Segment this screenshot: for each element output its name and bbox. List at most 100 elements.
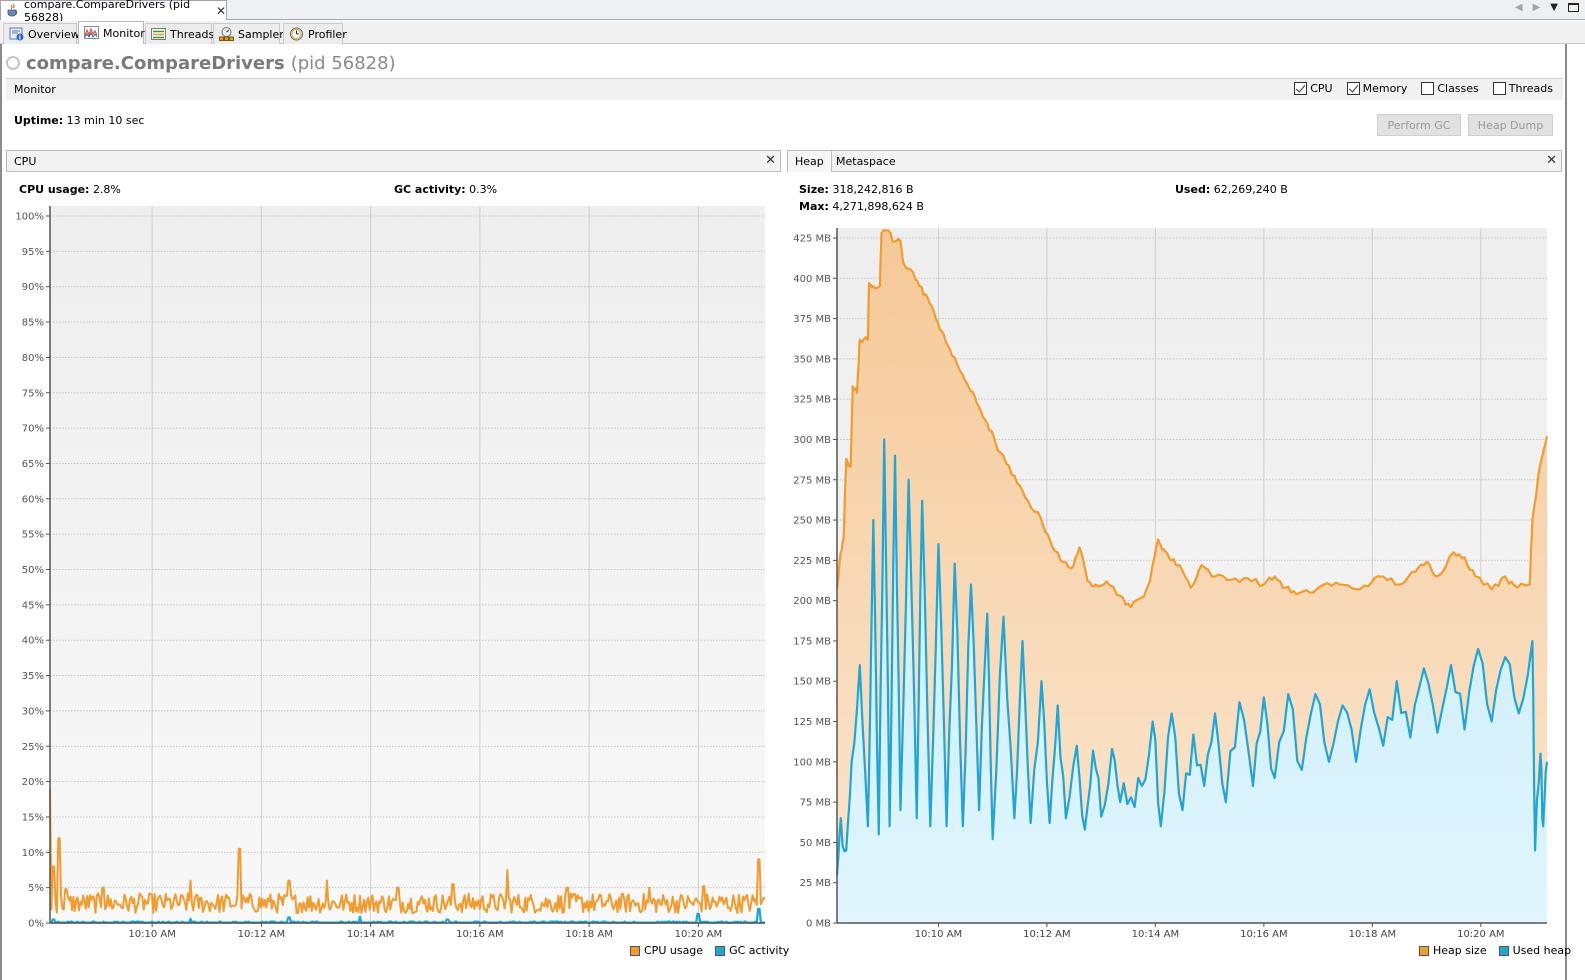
cpu-usage-readout: CPU usage: 2.8%	[19, 183, 121, 196]
y-tick-label: 5%	[28, 883, 44, 894]
series-area-heap-size	[837, 230, 1547, 923]
tab-profiler[interactable]: Profiler	[283, 23, 347, 44]
dropdown-icon[interactable]: ▼	[1550, 2, 1558, 13]
series-line-cpu-usage	[49, 788, 765, 915]
legend-label: CPU usage	[644, 944, 704, 957]
series-line-heap-size	[835, 229, 1549, 609]
series-line-gc-activity	[50, 907, 765, 924]
threads-checkbox[interactable]: Threads	[1492, 82, 1553, 95]
document-tab[interactable]: compare.CompareDrivers (pid 56828) ✕	[0, 0, 227, 24]
y-tick-label: 35%	[22, 671, 44, 682]
tab-monitor[interactable]: Monitor	[78, 21, 145, 44]
legend-swatch-used-heap	[1498, 945, 1509, 956]
legend-swatch-heap-size	[1419, 945, 1429, 956]
legend-label: Used heap	[1512, 944, 1572, 957]
y-tick-label: 425 MB	[793, 234, 831, 245]
heap-dump-button[interactable]: Heap Dump	[1468, 114, 1553, 136]
checkbox-label: Threads	[1508, 82, 1553, 95]
document-tab-title: compare.CompareDrivers (pid 56828)	[24, 0, 191, 24]
tab-metaspace[interactable]: Metaspace	[829, 151, 903, 172]
x-tick-label: 10:16 AM	[456, 929, 503, 940]
x-tick-label: 10:20 AM	[675, 929, 722, 940]
x-tick-label: 10:18 AM	[565, 929, 612, 940]
x-tick-label: 10:18 AM	[1349, 929, 1396, 940]
x-tick-label: 10:16 AM	[1240, 929, 1287, 940]
plot-area	[50, 206, 765, 923]
legend-swatch-cpu-usage	[630, 945, 640, 956]
maximize-icon[interactable]	[1568, 3, 1579, 12]
checkbox-checked-icon[interactable]	[1294, 82, 1308, 95]
visualvm-window: compare.CompareDrivers (pid 56828) ✕ ◀ ▶…	[0, 0, 1585, 980]
y-tick-label: 30%	[22, 706, 44, 717]
legend-swatch-gc-activity	[715, 945, 726, 956]
gc-activity-value: 0.3%	[469, 183, 498, 196]
perform-gc-button[interactable]: Perform GC	[1377, 114, 1461, 136]
y-tick-label: 10%	[22, 848, 44, 859]
heap-used-value: 62,269,240 B	[1213, 183, 1288, 196]
svg-text:i: i	[19, 35, 21, 42]
tab-label: Sampler	[238, 27, 284, 41]
y-tick-label: 75%	[22, 388, 44, 399]
y-tick-label: 95%	[22, 247, 44, 258]
series-area-used-heap	[837, 439, 1547, 923]
heap-max-value: 4,271,898,624 B	[832, 200, 924, 213]
legend-label: Heap size	[1433, 944, 1487, 957]
series-line-used-heap	[835, 438, 1549, 875]
x-tick-label: 10:12 AM	[238, 929, 285, 940]
y-tick-label: 250 MB	[793, 516, 831, 527]
checkbox-unchecked-icon[interactable]	[1421, 82, 1435, 95]
monitor-section-header: Monitor CPU Memory Classes Threads	[6, 78, 1563, 100]
close-tab-icon[interactable]: ✕	[216, 4, 226, 18]
chart-toggle-checkboxes: CPU Memory Classes Threads	[1294, 82, 1553, 95]
tab-label: Threads	[170, 27, 215, 41]
y-tick-label: 85%	[22, 318, 44, 329]
heap-used-label: Used:	[1175, 183, 1211, 196]
left-frame-border	[0, 44, 2, 980]
threads-icon	[151, 27, 166, 41]
checkbox-label: CPU	[1310, 82, 1333, 95]
y-tick-label: 100%	[15, 212, 44, 223]
heap-size-label: Size:	[799, 183, 829, 196]
checkbox-checked-icon[interactable]	[1346, 82, 1360, 95]
cpu-usage-label: CPU usage:	[19, 183, 90, 196]
memory-checkbox[interactable]: Memory	[1346, 82, 1407, 95]
status-circle-icon	[6, 56, 20, 70]
tab-heap[interactable]: Heap	[788, 151, 832, 172]
y-tick-label: 80%	[22, 353, 44, 364]
y-tick-label: 100 MB	[793, 757, 831, 768]
legend-label: GC activity	[729, 944, 790, 957]
cpu-chart-legend: CPU usage GC activity	[630, 944, 789, 957]
y-tick-label: 25 MB	[800, 878, 832, 889]
y-tick-label: 65%	[22, 459, 44, 470]
y-tick-label: 45%	[22, 600, 44, 611]
tab-sampler[interactable]: Sampler	[213, 23, 284, 44]
tab-threads[interactable]: Threads	[145, 23, 215, 44]
view-tabs: i Overview Monitor Threads Sampler Profi…	[0, 21, 1585, 44]
monitor-section-label: Monitor	[14, 83, 56, 96]
memory-panel-header: Heap Metaspace ✕	[787, 150, 1562, 172]
classes-checkbox[interactable]: Classes	[1421, 82, 1479, 95]
checkbox-unchecked-icon[interactable]	[1492, 82, 1506, 95]
y-tick-label: 400 MB	[793, 274, 831, 285]
tab-overview[interactable]: i Overview	[3, 23, 80, 44]
profiler-icon	[289, 27, 304, 41]
y-tick-label: 350 MB	[793, 354, 831, 365]
heap-chart-legend: Heap size Used heap	[1419, 944, 1571, 957]
close-cpu-panel-icon[interactable]: ✕	[765, 153, 776, 168]
document-tab-strip: compare.CompareDrivers (pid 56828) ✕ ◀ ▶…	[0, 0, 1585, 24]
heap-size-readout: Size: 318,242,816 B	[799, 183, 914, 196]
tab-label: Profiler	[308, 27, 347, 41]
scroll-left-icon[interactable]: ◀	[1515, 2, 1523, 13]
y-tick-label: 15%	[22, 812, 44, 823]
y-tick-label: 125 MB	[793, 717, 831, 728]
uptime-value: 13 min 10 sec	[66, 114, 145, 127]
cpu-panel-header: CPU ✕	[6, 150, 781, 172]
heap-size-value: 318,242,816 B	[832, 183, 914, 196]
y-tick-label: 55%	[22, 530, 44, 541]
scroll-right-icon[interactable]: ▶	[1533, 2, 1541, 13]
tab-label: Overview	[28, 27, 80, 41]
close-memory-panel-icon[interactable]: ✕	[1546, 153, 1557, 168]
cpu-chart: 10:10 AM 10:12 AM 10:14 AM 10:16 AM 10:18 AM…	[15, 206, 765, 940]
y-tick-label: 225 MB	[793, 556, 831, 567]
cpu-checkbox[interactable]: CPU	[1294, 82, 1333, 95]
